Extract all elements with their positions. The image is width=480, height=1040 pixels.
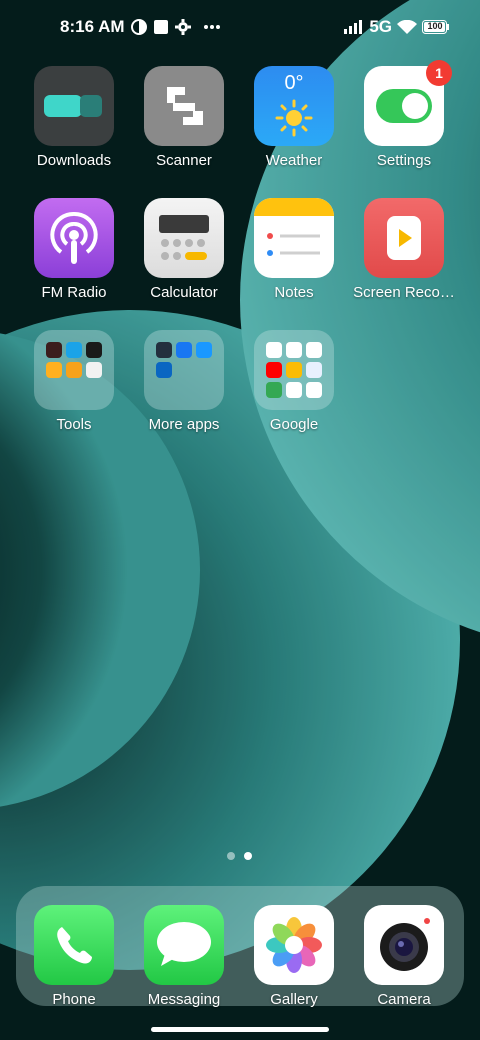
folder-icon [254,330,334,410]
facebook-mini-icon [176,342,192,358]
status-time: 8:16 AM [60,17,125,36]
page-indicator[interactable] [227,852,252,860]
assistant-mini-icon [286,382,302,398]
dock-phone[interactable]: Phone [19,905,129,1008]
scanner-icon [144,66,224,146]
photos-mini-icon [266,382,282,398]
app-notes[interactable]: Notes [239,198,349,301]
screen-record-icon [364,198,444,278]
app-label: Gallery [270,991,318,1008]
app-label: Scanner [156,152,212,169]
infinity-mini-icon [66,342,82,358]
app-downloads[interactable]: Downloads [19,66,129,169]
camera-lens-icon [364,905,444,985]
battery-level: 100 [427,21,443,31]
gear-icon [174,19,191,35]
podcast-icon [34,198,114,278]
one-mini-icon [286,362,302,378]
square-notification-icon [153,19,169,35]
amazon-mini-icon [156,342,172,358]
app-label: Phone [52,991,96,1008]
prime-video-mini-icon [196,342,212,358]
network-type: 5G [369,17,392,36]
gmail-mini-icon [286,342,302,358]
calculator-icon [144,198,224,278]
app-scanner[interactable]: Scanner [129,66,239,169]
weather-temperature: 0° [284,72,304,94]
folder-label: Google [269,416,319,433]
google-mini-icon [266,342,282,358]
folder-google[interactable]: Google [239,330,349,433]
more-dots-icon [203,24,221,30]
app-weather[interactable]: 0° Weather [239,66,349,169]
chat-bubble-icon [144,905,224,985]
app-label: Notes [274,284,314,301]
downloads-icon [34,66,114,146]
tool-mini-icon [46,362,62,378]
page-dot[interactable] [227,852,235,860]
home-indicator[interactable] [151,1027,329,1032]
page-dot-active[interactable] [244,852,252,860]
linkedin-mini-icon [156,362,172,378]
phone-icon [34,905,114,985]
battery-icon: 100 [422,20,450,34]
dock-messaging[interactable]: Messaging [129,905,239,1008]
remote-mini-icon [86,362,102,378]
files-mini-icon [66,362,82,378]
notes-icon [254,198,334,278]
folder-label: Tools [56,416,92,433]
status-bar: 8:16 AM 5G 100 [0,0,480,56]
weather-icon: 0° [254,66,334,146]
app-label: Camera [377,991,431,1008]
play-store-mini-icon [306,382,322,398]
app-calculator[interactable]: Calculator [129,198,239,301]
dock-camera[interactable]: Camera [349,905,459,1008]
folder-more-apps[interactable]: More apps [129,330,239,433]
signal-icon [344,20,364,34]
folder-label: More apps [148,416,220,433]
folder-tools[interactable]: Tools [19,330,129,433]
app-label: Screen Reco… [353,284,455,301]
maps-mini-icon [306,342,322,358]
wifi-icon [397,19,417,35]
app-label: Messaging [147,991,221,1008]
app-fm-radio[interactable]: FM Radio [19,198,129,301]
gpay-mini-icon [306,362,322,378]
sound-recorder-mini-icon [46,342,62,358]
app-settings[interactable]: 1 Settings [349,60,459,169]
compass-mini-icon [86,342,102,358]
app-label: Calculator [150,284,218,301]
folder-icon [34,330,114,410]
app-label: Downloads [36,152,112,169]
notification-badge: 1 [426,60,452,86]
data-saver-icon [130,19,147,35]
app-label: Weather [265,152,323,169]
app-label: Settings [376,152,432,169]
sun-icon [275,99,313,137]
app-label: FM Radio [41,284,107,301]
app-screen-recorder[interactable]: Screen Reco… [349,198,459,301]
folder-icon [144,330,224,410]
flower-icon [254,905,334,985]
dock-gallery[interactable]: Gallery [239,905,349,1008]
youtube-mini-icon [266,362,282,378]
